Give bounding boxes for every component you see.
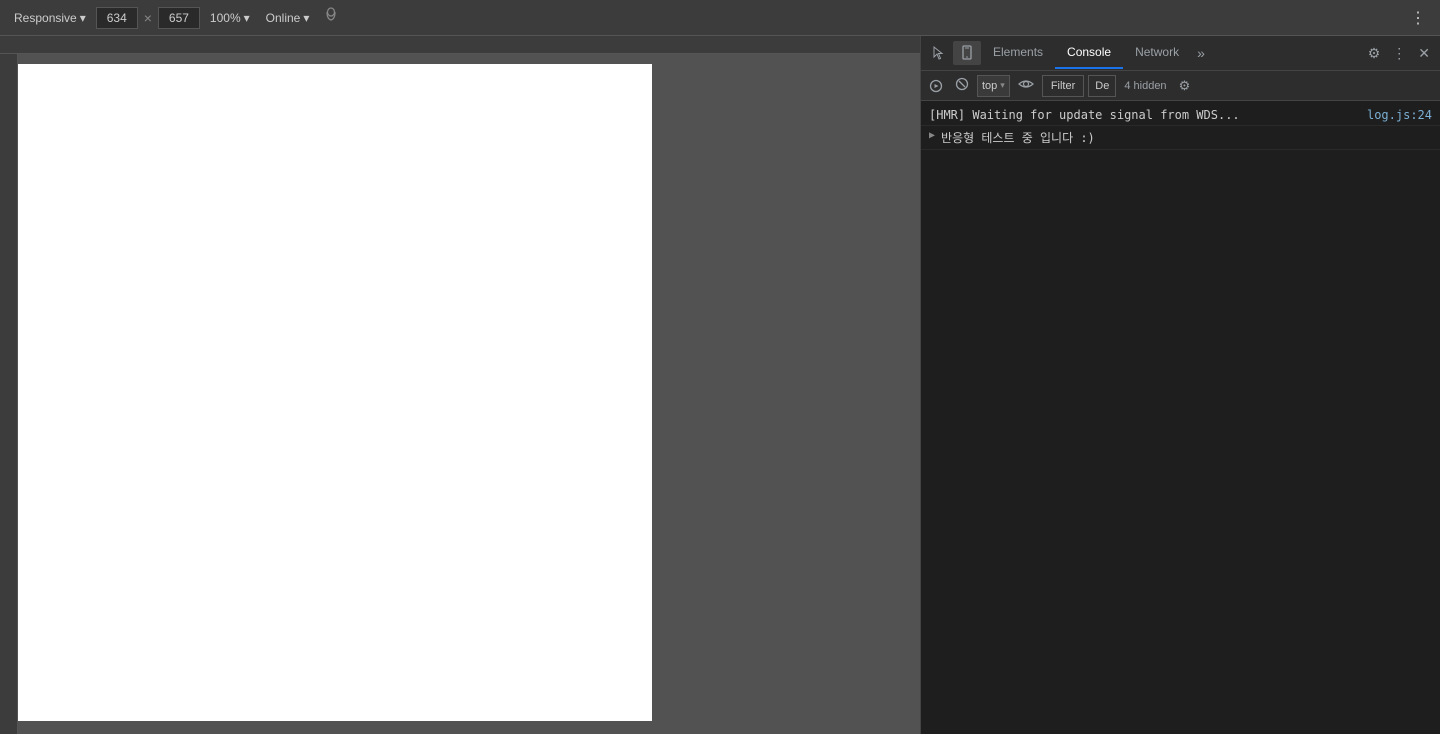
devtools-close-button[interactable]: ✕: [1412, 41, 1436, 66]
clear-icon: [955, 77, 969, 91]
console-clear-button[interactable]: [951, 75, 973, 96]
console-eye-button[interactable]: [1014, 76, 1038, 95]
hidden-count-button[interactable]: 4 hidden: [1120, 78, 1170, 94]
responsive-label: Responsive: [14, 11, 77, 25]
filter-button[interactable]: Filter: [1042, 75, 1084, 97]
context-chevron-icon: ▾: [1000, 80, 1005, 91]
devtools-main: Elements Console Network » ⚙ ⋮: [0, 36, 1440, 734]
more-tabs-icon: »: [1197, 45, 1205, 61]
viewport-area: [0, 36, 920, 734]
console-settings-button[interactable]: ⚙: [1175, 76, 1195, 96]
console-entry-hmr: [HMR] Waiting for update signal from WDS…: [921, 105, 1440, 126]
close-icon: ✕: [1418, 45, 1430, 61]
console-gear-icon: ⚙: [1179, 78, 1191, 93]
console-toolbar: top ▾ Filter De 4 hidden: [921, 71, 1440, 101]
korean-message: 반응형 테스트 중 입니다 :): [941, 129, 1432, 146]
device-toggle-button[interactable]: [953, 41, 981, 65]
de-label: De: [1095, 80, 1109, 92]
touch-icon: [323, 7, 339, 23]
devtools-toolbar: Responsive ▾ × 100% ▾ Online ▾ ⋮: [0, 0, 1440, 36]
touch-button[interactable]: [319, 5, 343, 30]
devtools-more-button[interactable]: ⋮: [1386, 41, 1412, 66]
white-page: [18, 64, 652, 721]
zoom-chevron: ▾: [244, 11, 250, 25]
responsive-chevron: ▾: [80, 11, 86, 25]
toolbar-left: Responsive ▾ × 100% ▾ Online ▾: [8, 5, 1400, 30]
horizontal-ruler: [0, 36, 920, 54]
tab-elements[interactable]: Elements: [981, 37, 1055, 69]
more-icon: ⋮: [1410, 10, 1426, 27]
responsive-dropdown[interactable]: Responsive ▾: [8, 8, 92, 28]
device-icon: [959, 45, 975, 61]
more-tabs-button[interactable]: »: [1191, 41, 1211, 65]
page-container: [18, 64, 920, 734]
expand-arrow[interactable]: ▶: [929, 129, 935, 141]
tab-network-label: Network: [1135, 45, 1179, 59]
console-record-button[interactable]: [925, 77, 947, 95]
hidden-count-label: 4 hidden: [1124, 80, 1166, 92]
dimension-separator: ×: [142, 10, 154, 26]
tab-console-label: Console: [1067, 45, 1111, 59]
filter-label: Filter: [1051, 80, 1075, 92]
de-button[interactable]: De: [1088, 75, 1116, 97]
online-chevron: ▾: [303, 11, 309, 25]
cursor-icon: [931, 45, 947, 61]
width-input[interactable]: [96, 7, 138, 29]
toolbar-right: ⋮: [1404, 6, 1432, 30]
inspect-element-button[interactable]: [925, 41, 953, 65]
zoom-label: 100%: [210, 11, 241, 25]
height-input[interactable]: [158, 7, 200, 29]
devtools-more-icon: ⋮: [1392, 45, 1406, 61]
console-entry-korean: ▶ 반응형 테스트 중 입니다 :): [921, 126, 1440, 150]
devtools-panel: Elements Console Network » ⚙ ⋮: [920, 36, 1440, 734]
context-selector[interactable]: top ▾: [977, 75, 1010, 97]
record-icon: [929, 79, 943, 93]
devtools-tab-bar: Elements Console Network » ⚙ ⋮: [921, 36, 1440, 71]
settings-icon: ⚙: [1368, 45, 1381, 61]
online-label: Online: [266, 11, 301, 25]
tab-console[interactable]: Console: [1055, 37, 1123, 69]
hmr-message: [HMR] Waiting for update signal from WDS…: [929, 108, 1367, 122]
online-dropdown[interactable]: Online ▾: [260, 8, 316, 28]
vertical-ruler: [0, 54, 18, 734]
hmr-source-link[interactable]: log.js:24: [1367, 108, 1432, 122]
tab-elements-label: Elements: [993, 45, 1043, 59]
devtools-settings-button[interactable]: ⚙: [1362, 41, 1387, 66]
eye-icon: [1018, 78, 1034, 90]
console-output[interactable]: [HMR] Waiting for update signal from WDS…: [921, 101, 1440, 734]
zoom-dropdown[interactable]: 100% ▾: [204, 8, 256, 28]
tab-network[interactable]: Network: [1123, 37, 1191, 69]
viewport-content-wrapper: [0, 54, 920, 734]
more-options-button[interactable]: ⋮: [1404, 6, 1432, 30]
context-value: top: [982, 80, 997, 92]
